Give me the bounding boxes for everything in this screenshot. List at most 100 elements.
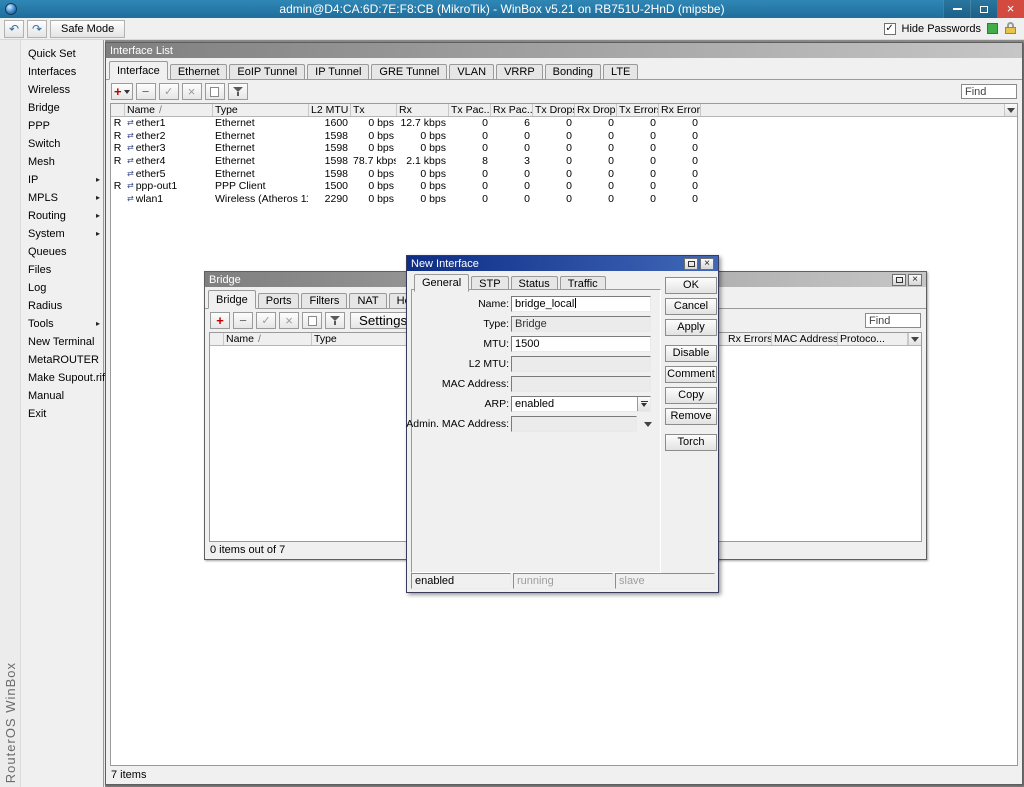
column-header-flag[interactable] <box>210 333 224 345</box>
enable-button[interactable]: ✓ <box>256 312 276 329</box>
add-button[interactable]: + <box>111 83 133 100</box>
column-header-rx-pac[interactable]: Rx Pac... <box>491 104 533 116</box>
safe-mode-button[interactable]: Safe Mode <box>50 20 125 38</box>
comment-button[interactable] <box>302 312 322 329</box>
hide-passwords-checkbox[interactable]: ✓ <box>884 23 896 35</box>
column-header-type[interactable]: Type <box>312 333 408 345</box>
sidebar-item[interactable]: Make Supout.rif <box>21 369 103 387</box>
column-header-tx-errors[interactable]: Tx Errors <box>617 104 659 116</box>
torch-button[interactable]: Torch <box>665 434 717 451</box>
restore-button[interactable] <box>684 258 698 270</box>
remove-button[interactable]: Remove <box>665 408 717 425</box>
close-button[interactable]: × <box>908 274 922 286</box>
sidebar-item[interactable]: MPLS ▸ <box>21 189 103 207</box>
redo-button[interactable]: ↷ <box>27 20 47 38</box>
tab-ethernet[interactable]: Ethernet <box>170 64 228 80</box>
sidebar-item[interactable]: Radius <box>21 297 103 315</box>
arp-select[interactable]: enabled <box>511 396 651 412</box>
filter-button[interactable] <box>325 312 345 329</box>
column-header-name[interactable]: Name/ <box>125 104 213 116</box>
tab-general[interactable]: General <box>414 274 469 292</box>
comment-button[interactable]: Comment <box>665 366 717 383</box>
main-window-titlebar[interactable]: admin@D4:CA:6D:7E:F8:CB (MikroTik) - Win… <box>0 0 1024 18</box>
remove-button[interactable]: − <box>136 83 156 100</box>
table-row[interactable]: R ether2 Ethernet 1598 0 bps 0 bps 0 0 0… <box>111 130 1017 143</box>
disable-button[interactable]: × <box>279 312 299 329</box>
tab-ip-tunnel[interactable]: IP Tunnel <box>307 64 369 80</box>
restore-button[interactable] <box>892 274 906 286</box>
column-header-rx[interactable]: Rx <box>397 104 449 116</box>
interface-list-titlebar[interactable]: Interface List <box>106 43 1022 58</box>
add-button[interactable]: + <box>210 312 230 329</box>
undo-button[interactable]: ↶ <box>4 20 24 38</box>
tab-nat[interactable]: NAT <box>349 293 386 309</box>
sidebar-item[interactable]: System ▸ <box>21 225 103 243</box>
table-row[interactable]: R ether4 Ethernet 1598 78.7 kbps 2.1 kbp… <box>111 155 1017 168</box>
table-row[interactable]: ether5 Ethernet 1598 0 bps 0 bps 0 0 0 0… <box>111 167 1017 180</box>
apply-button[interactable]: Apply <box>665 319 717 336</box>
new-interface-titlebar[interactable]: New Interface × <box>407 256 718 271</box>
disable-button[interactable]: × <box>182 83 202 100</box>
comment-button[interactable] <box>205 83 225 100</box>
tab-vlan[interactable]: VLAN <box>449 64 494 80</box>
sidebar-item[interactable]: Switch <box>21 135 103 153</box>
column-header-tx-drops[interactable]: Tx Drops <box>533 104 575 116</box>
mtu-input[interactable]: 1500 <box>511 336 651 352</box>
name-input[interactable]: bridge_local <box>511 296 651 312</box>
tab-filters[interactable]: Filters <box>301 293 347 309</box>
sidebar-item[interactable]: Quick Set <box>21 45 103 63</box>
sidebar-item[interactable]: Bridge <box>21 99 103 117</box>
column-select-button[interactable] <box>1004 104 1017 116</box>
column-header-type[interactable]: Type <box>213 104 309 116</box>
sidebar-item[interactable]: IP ▸ <box>21 171 103 189</box>
tab-ports[interactable]: Ports <box>258 293 300 309</box>
find-input[interactable] <box>865 313 921 328</box>
column-header-rx-errors[interactable]: Rx Errors <box>726 333 772 345</box>
ok-button[interactable]: OK <box>665 277 717 294</box>
cancel-button[interactable]: Cancel <box>665 298 717 315</box>
tab-interface[interactable]: Interface <box>109 61 168 80</box>
column-header-l2mtu[interactable]: L2 MTU <box>309 104 351 116</box>
table-row[interactable]: R ether3 Ethernet 1598 0 bps 0 bps 0 0 0… <box>111 142 1017 155</box>
table-row[interactable]: R ether1 Ethernet 1600 0 bps 12.7 kbps 0… <box>111 117 1017 130</box>
sidebar-item[interactable]: MetaROUTER <box>21 351 103 369</box>
copy-button[interactable]: Copy <box>665 387 717 404</box>
column-header-protocol[interactable]: Protoco... <box>838 333 908 345</box>
find-input[interactable] <box>961 84 1017 99</box>
sidebar-item[interactable]: Exit <box>21 405 103 423</box>
sidebar-item[interactable]: Tools ▸ <box>21 315 103 333</box>
sidebar-item[interactable]: Routing ▸ <box>21 207 103 225</box>
sidebar-item[interactable]: Interfaces <box>21 63 103 81</box>
remove-button[interactable]: − <box>233 312 253 329</box>
sidebar-item[interactable]: Log <box>21 279 103 297</box>
tab-bridge[interactable]: Bridge <box>208 290 256 309</box>
column-header-name[interactable]: Name/ <box>224 333 312 345</box>
column-header-rx-drops[interactable]: Rx Drops <box>575 104 617 116</box>
column-header-tx-pac[interactable]: Tx Pac... <box>449 104 491 116</box>
disable-button[interactable]: Disable <box>665 345 717 362</box>
column-header-tx[interactable]: Tx <box>351 104 397 116</box>
tab-gre-tunnel[interactable]: GRE Tunnel <box>371 64 447 80</box>
admin-mac-dropdown-button[interactable] <box>644 422 652 427</box>
close-button[interactable]: × <box>997 0 1024 18</box>
sidebar-item[interactable]: Queues <box>21 243 103 261</box>
column-header-mac-address[interactable]: MAC Address <box>772 333 838 345</box>
sidebar-item[interactable]: New Terminal <box>21 333 103 351</box>
column-select-button[interactable] <box>908 333 921 345</box>
close-button[interactable]: × <box>700 258 714 270</box>
sidebar-item[interactable]: Manual <box>21 387 103 405</box>
tab-eoip-tunnel[interactable]: EoIP Tunnel <box>229 64 305 80</box>
tab-lte[interactable]: LTE <box>603 64 638 80</box>
sidebar-item[interactable]: Wireless <box>21 81 103 99</box>
minimize-button[interactable] <box>943 0 970 18</box>
sidebar-item[interactable]: Mesh <box>21 153 103 171</box>
enable-button[interactable]: ✓ <box>159 83 179 100</box>
filter-button[interactable] <box>228 83 248 100</box>
column-header-flag[interactable] <box>111 104 125 116</box>
table-row[interactable]: wlan1 Wireless (Atheros 11N) 2290 0 bps … <box>111 193 1017 206</box>
tab-vrrp[interactable]: VRRP <box>496 64 543 80</box>
arp-dropdown-button[interactable] <box>637 397 650 411</box>
maximize-button[interactable] <box>970 0 997 18</box>
column-header-rx-errors[interactable]: Rx Errors <box>659 104 701 116</box>
tab-bonding[interactable]: Bonding <box>545 64 601 80</box>
